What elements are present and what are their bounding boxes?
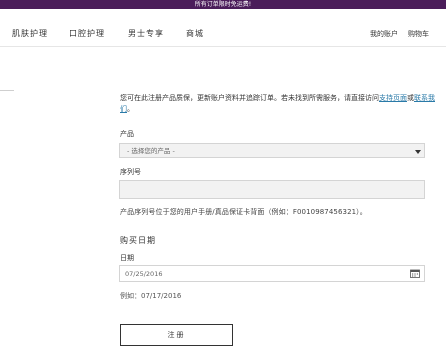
date-example: 例如：07/17/2016: [120, 292, 182, 300]
intro-text-middle: 或: [407, 94, 414, 102]
intro-text: 您可在此注册产品质保，更新账户资料并追踪订单。若未找到所需服务，请直接访问支持页…: [120, 93, 435, 115]
my-account-link[interactable]: 我的账户: [370, 29, 398, 39]
nav-item-skin-care[interactable]: 肌肤护理: [12, 29, 48, 39]
date-input[interactable]: 07/25/2016: [119, 265, 425, 282]
nav-divider: [0, 46, 446, 47]
caret-down-icon: [415, 150, 421, 154]
date-input-value: 07/25/2016: [125, 270, 163, 278]
product-select[interactable]: - 选择您的产品 -: [119, 143, 425, 158]
nav-item-oral-care[interactable]: 口腔护理: [69, 29, 105, 39]
nav-item-men[interactable]: 男士专享: [128, 29, 164, 39]
promo-banner: 所有订单限时免运费!: [0, 0, 446, 9]
serial-label: 序列号: [120, 168, 141, 176]
serial-hint: 产品序列号位于您的用户手册/真品保证卡背面（例如：F0010987456321）…: [120, 208, 367, 216]
register-button[interactable]: 注册: [120, 324, 233, 346]
date-label: 日期: [120, 254, 134, 262]
purchase-date-heading: 购买日期: [120, 236, 156, 245]
cart-link[interactable]: 购物车: [408, 29, 429, 39]
calendar-icon[interactable]: [410, 269, 420, 278]
intro-text-after: 。: [127, 105, 134, 113]
main-navigation: 肌肤护理 口腔护理 男士专享 商城 我的账户 购物车: [0, 9, 446, 46]
support-page-link[interactable]: 支持页面: [379, 94, 407, 102]
product-label: 产品: [120, 130, 134, 138]
serial-number-input[interactable]: [119, 180, 425, 199]
intro-text-before: 您可在此注册产品质保，更新账户资料并追踪订单。若未找到所需服务，请直接访问: [120, 94, 379, 102]
sidebar-divider: [0, 90, 14, 91]
nav-item-shop[interactable]: 商城: [186, 29, 204, 39]
product-select-value: - 选择您的产品 -: [127, 147, 175, 155]
